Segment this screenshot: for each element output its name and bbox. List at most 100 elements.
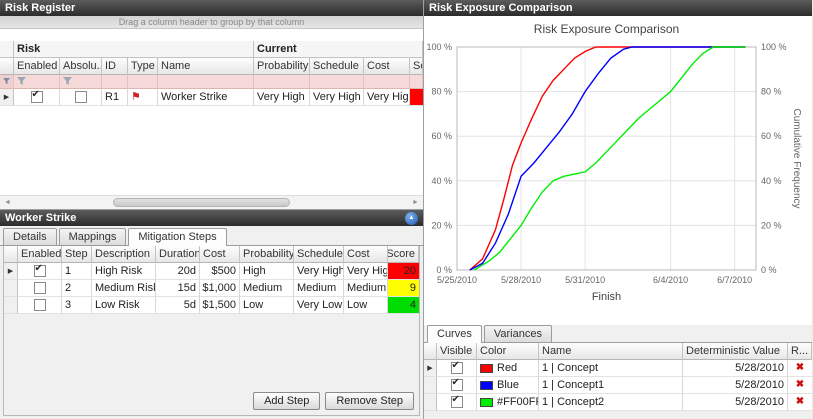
column-header-absolute[interactable]: Absolu... xyxy=(60,58,102,75)
step-cost-cell[interactable]: $500 xyxy=(200,263,240,280)
row-indicator[interactable]: ▶ xyxy=(4,263,18,280)
step-cost2-cell[interactable]: Medium xyxy=(344,280,388,297)
curve-color-cell[interactable]: Red xyxy=(477,360,539,377)
curve-name-cell[interactable]: 1 | Concept2 xyxy=(539,394,683,411)
row-indicator[interactable]: ▶ xyxy=(0,89,14,106)
scroll-right-arrow-icon[interactable]: ► xyxy=(408,196,423,209)
step-duration-cell[interactable]: 5d xyxy=(156,297,200,314)
visible-checkbox[interactable] xyxy=(451,379,463,391)
column-header-enabled[interactable]: Enabled xyxy=(18,246,62,263)
column-header-cost2[interactable]: Cost xyxy=(344,246,388,263)
column-header-schedule[interactable]: Schedule xyxy=(310,58,364,75)
curve-color-cell[interactable]: #FF00FF00 xyxy=(477,394,539,411)
step-description-cell[interactable]: Medium Risk xyxy=(92,280,156,297)
filter-cell-score[interactable] xyxy=(410,75,423,89)
row-indicator[interactable] xyxy=(4,280,18,297)
column-header-probability[interactable]: Probability xyxy=(254,58,310,75)
mitigation-titlebar[interactable]: Worker Strike ▲ xyxy=(0,210,423,226)
tab-curves[interactable]: Curves xyxy=(427,325,482,343)
column-header-schedule[interactable]: Schedule xyxy=(294,246,344,263)
risk-exposure-titlebar[interactable]: Risk Exposure Comparison xyxy=(424,0,812,16)
column-header-score[interactable]: Score xyxy=(388,246,419,263)
column-header-name[interactable]: Name xyxy=(158,58,254,75)
filter-cell-id[interactable] xyxy=(102,75,128,89)
delete-icon[interactable]: ✖ xyxy=(796,363,804,373)
curve-visible-cell[interactable] xyxy=(437,377,477,394)
tab-mappings[interactable]: Mappings xyxy=(59,228,127,245)
curve-delete-cell[interactable]: ✖ xyxy=(788,394,812,411)
column-header-type[interactable]: Type xyxy=(128,58,158,75)
column-header-enabled[interactable]: Enabled xyxy=(14,58,60,75)
filter-cell-schedule[interactable] xyxy=(310,75,364,89)
step-cost-cell[interactable]: $1,000 xyxy=(200,280,240,297)
step-cost2-cell[interactable]: Low xyxy=(344,297,388,314)
step-number-cell[interactable]: 3 xyxy=(62,297,92,314)
filter-cell-cost[interactable] xyxy=(364,75,410,89)
filter-cell-type[interactable] xyxy=(128,75,158,89)
visible-checkbox[interactable] xyxy=(451,396,463,408)
risk-cost-cell[interactable]: Very High xyxy=(364,89,410,106)
step-enabled-cell[interactable] xyxy=(18,297,62,314)
step-cost2-cell[interactable]: Very High xyxy=(344,263,388,280)
column-header-cost[interactable]: Cost xyxy=(200,246,240,263)
curve-delete-cell[interactable]: ✖ xyxy=(788,360,812,377)
tab-variances[interactable]: Variances xyxy=(484,325,552,342)
step-score-cell[interactable]: 20 xyxy=(388,263,419,280)
risk-schedule-cell[interactable]: Very High xyxy=(310,89,364,106)
step-schedule-cell[interactable]: Very High xyxy=(294,263,344,280)
step-schedule-cell[interactable]: Very Low xyxy=(294,297,344,314)
scrollbar-track[interactable] xyxy=(15,196,408,209)
tab-details[interactable]: Details xyxy=(3,228,57,245)
horizontal-scrollbar[interactable]: ◄ ► xyxy=(0,195,423,209)
risk-absolute-cell[interactable] xyxy=(60,89,102,106)
enabled-checkbox[interactable] xyxy=(34,265,46,277)
row-indicator[interactable]: ▶ xyxy=(424,360,437,377)
band-header-risk[interactable]: Risk xyxy=(14,41,254,58)
column-header-duration[interactable]: Duration xyxy=(156,246,200,263)
column-header-description[interactable]: Description xyxy=(92,246,156,263)
curve-visible-cell[interactable] xyxy=(437,394,477,411)
curve-name-cell[interactable]: 1 | Concept1 xyxy=(539,377,683,394)
scroll-left-arrow-icon[interactable]: ◄ xyxy=(0,196,15,209)
risk-name-cell[interactable]: Worker Strike xyxy=(158,89,254,106)
filter-cell-name[interactable] xyxy=(158,75,254,89)
add-step-button[interactable]: Add Step xyxy=(253,392,320,410)
step-description-cell[interactable]: Low Risk xyxy=(92,297,156,314)
column-header-probability[interactable]: Probability xyxy=(240,246,294,263)
filter-cell-probability[interactable] xyxy=(254,75,310,89)
remove-step-button[interactable]: Remove Step xyxy=(325,392,414,410)
step-score-cell[interactable]: 9 xyxy=(388,280,419,297)
curve-deterministic-cell[interactable]: 5/28/2010 xyxy=(683,377,788,394)
enabled-checkbox[interactable] xyxy=(34,299,46,311)
curve-delete-cell[interactable]: ✖ xyxy=(788,377,812,394)
column-header-step[interactable]: Step xyxy=(62,246,92,263)
delete-icon[interactable]: ✖ xyxy=(796,397,804,407)
curve-deterministic-cell[interactable]: 5/28/2010 xyxy=(683,394,788,411)
step-number-cell[interactable]: 2 xyxy=(62,280,92,297)
absolute-checkbox[interactable] xyxy=(75,91,87,103)
tab-mitigation-steps[interactable]: Mitigation Steps xyxy=(128,228,226,246)
step-probability-cell[interactable]: Medium xyxy=(240,280,294,297)
column-header-cost[interactable]: Cost xyxy=(364,58,410,75)
column-header-color[interactable]: Color xyxy=(477,343,539,360)
step-number-cell[interactable]: 1 xyxy=(62,263,92,280)
step-probability-cell[interactable]: Low xyxy=(240,297,294,314)
step-enabled-cell[interactable] xyxy=(18,280,62,297)
step-probability-cell[interactable]: High xyxy=(240,263,294,280)
step-duration-cell[interactable]: 20d xyxy=(156,263,200,280)
scrollbar-thumb[interactable] xyxy=(113,198,290,207)
risk-score-cell[interactable] xyxy=(410,89,423,106)
column-header-deterministic-value[interactable]: Deterministic Value xyxy=(683,343,788,360)
step-cost-cell[interactable]: $1,500 xyxy=(200,297,240,314)
risk-type-cell[interactable]: ⚑ xyxy=(128,89,158,106)
curve-visible-cell[interactable] xyxy=(437,360,477,377)
group-by-panel[interactable]: Drag a column header to group by that co… xyxy=(0,16,423,29)
step-enabled-cell[interactable] xyxy=(18,263,62,280)
curve-color-cell[interactable]: Blue xyxy=(477,377,539,394)
row-indicator[interactable] xyxy=(424,377,437,394)
column-header-name[interactable]: Name xyxy=(539,343,683,360)
step-score-cell[interactable]: 4 xyxy=(388,297,419,314)
row-indicator[interactable] xyxy=(4,297,18,314)
risk-probability-cell[interactable]: Very High xyxy=(254,89,310,106)
column-header-score[interactable]: Sc xyxy=(410,58,423,75)
